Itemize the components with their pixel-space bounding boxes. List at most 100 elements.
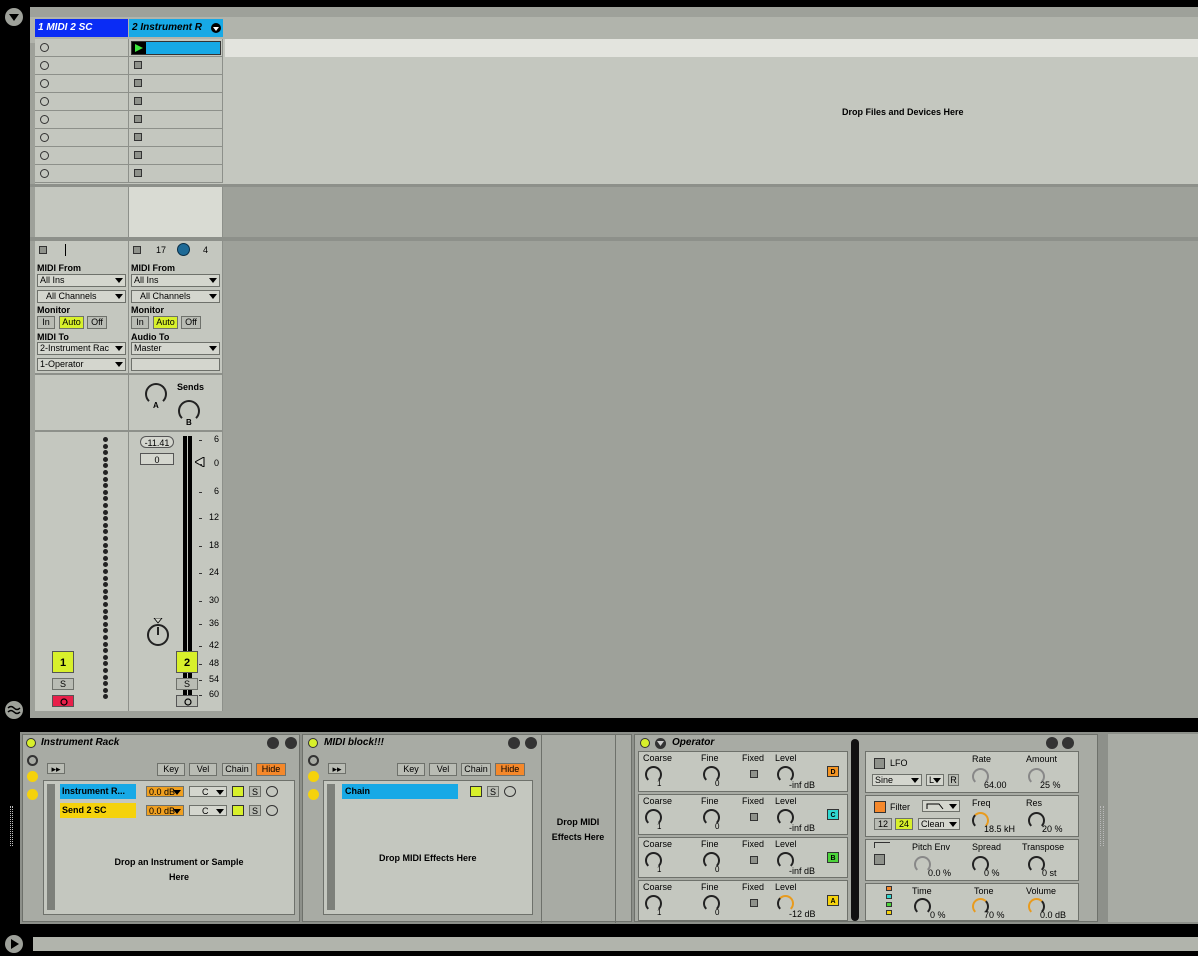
output-channel-empty[interactable] [131,358,220,371]
chain-volume[interactable]: 0.0 dB [146,786,184,797]
chain-hotswap-icon[interactable] [504,786,516,797]
lfo-mode-select[interactable]: L [926,774,944,786]
fixed-toggle[interactable] [750,813,758,821]
chain-right-handle[interactable] [1100,806,1104,846]
clip-slot[interactable] [129,147,223,165]
output-type-select[interactable]: Master [131,342,220,355]
save-preset-icon[interactable] [1062,737,1074,749]
monitor-in-button[interactable]: In [37,316,55,329]
device-list-toggle-icon[interactable] [27,789,38,800]
chain-solo-button[interactable]: S [487,786,499,797]
chain-list-toggle-icon[interactable] [27,771,38,782]
track-delay-value[interactable]: 17 [156,245,166,255]
track-title-1[interactable]: 1 MIDI 2 SC [35,19,128,37]
operator-display-handle[interactable] [851,739,859,921]
solo-button[interactable]: S [52,678,74,690]
hide-button[interactable]: Hide [495,763,525,776]
monitor-in-button[interactable]: In [131,316,149,329]
clip-stop-button-icon[interactable] [134,61,142,69]
detail-view-toggle-icon[interactable] [5,935,23,953]
clip-slot[interactable] [35,165,129,183]
clip-slot[interactable] [35,57,129,75]
clip-slot[interactable] [35,39,129,57]
rack-select-icon[interactable]: ▸▸ [328,763,346,774]
clip-record-button-icon[interactable] [40,61,49,70]
clip-stop-button-icon[interactable] [134,79,142,87]
rack-select-icon[interactable]: ▸▸ [47,763,65,774]
chain-hotswap-icon[interactable] [266,786,278,797]
output-type-select[interactable]: 2-Instrument Rac [37,342,126,355]
device-power-icon[interactable] [26,738,36,748]
clip-record-button-icon[interactable] [40,169,49,178]
session-view-toggle-icon[interactable] [5,8,23,26]
fixed-toggle[interactable] [750,856,758,864]
hot-swap-icon[interactable] [1046,737,1058,749]
chain-button[interactable]: Chain [461,763,491,776]
clip-stop-button-icon[interactable] [134,151,142,159]
input-type-select[interactable]: All Ins [37,274,126,287]
clip-record-button-icon[interactable] [40,43,49,52]
track-activator-button[interactable]: 2 [176,651,198,673]
macro-toggle-icon[interactable] [27,755,38,766]
volume-readout[interactable]: -11.41 [140,436,174,448]
lfo-toggle[interactable] [874,758,885,769]
clip-stop-button-icon[interactable] [134,133,142,141]
save-preset-icon[interactable] [525,737,537,749]
clip-slot[interactable] [35,75,129,93]
chain-solo-button[interactable]: S [249,805,261,816]
chain-hotswap-icon[interactable] [266,805,278,816]
lfo-wave-select[interactable]: Sine [872,774,922,786]
monitor-off-button[interactable]: Off [87,316,107,329]
hide-button[interactable]: Hide [256,763,286,776]
filter-circuit-select[interactable]: Clean [918,818,960,830]
clip-record-button-icon[interactable] [40,115,49,124]
input-type-select[interactable]: All Ins [131,274,220,287]
pan-knob[interactable] [145,617,171,646]
clip-slot[interactable] [35,129,129,147]
io-toggle-icon[interactable] [5,701,23,719]
time-knob[interactable] [914,898,931,915]
oscillator-tag[interactable]: D [827,766,839,777]
clip-slot[interactable] [129,93,223,111]
clip-slot[interactable] [129,129,223,147]
clip-slot[interactable] [129,57,223,75]
clip-slot[interactable] [129,111,223,129]
lfo-retrigger-button[interactable]: R [948,774,959,786]
chain-pan[interactable]: C [189,805,227,816]
clip-launch-icon[interactable] [132,42,146,54]
track-title-2[interactable]: 2 Instrument R [129,19,223,37]
device-list-toggle-icon[interactable] [308,789,319,800]
filter-type-select[interactable] [922,800,960,812]
chain-activator-icon[interactable] [232,786,244,797]
clip-slot[interactable] [35,111,129,129]
track-activator-button[interactable]: 1 [52,651,74,673]
hot-swap-icon[interactable] [267,737,279,749]
record-arm-button[interactable] [176,695,198,707]
slope-24-button[interactable]: 24 [895,818,913,830]
chain-scrollbar[interactable] [47,784,55,910]
device-fold-icon[interactable] [655,738,666,749]
vel-button[interactable]: Vel [189,763,217,776]
record-arm-button[interactable] [52,695,74,707]
oscillator-tag[interactable]: B [827,852,839,863]
chain-left-handle[interactable] [10,806,13,846]
chain-activator-icon[interactable] [232,805,244,816]
arm-toggle[interactable] [39,246,47,254]
clip-record-button-icon[interactable] [40,133,49,142]
clip-record-button-icon[interactable] [40,151,49,160]
macro-toggle-icon[interactable] [308,755,319,766]
key-button[interactable]: Key [397,763,425,776]
monitor-auto-button[interactable]: Auto [59,316,84,329]
clip-slot[interactable] [129,75,223,93]
chain-row-2[interactable]: Send 2 SC [60,803,136,818]
slope-12-button[interactable]: 12 [874,818,892,830]
device-power-icon[interactable] [308,738,318,748]
chain-row-1[interactable]: Instrument R... [60,784,136,799]
clip-slot[interactable] [35,93,129,111]
chain-button[interactable]: Chain [222,763,252,776]
monitor-auto-button[interactable]: Auto [153,316,178,329]
clip-record-button-icon[interactable] [40,79,49,88]
oscillator-tag[interactable]: A [827,895,839,906]
delay-knob-icon[interactable] [177,243,190,256]
clip-stop-button-icon[interactable] [134,115,142,123]
